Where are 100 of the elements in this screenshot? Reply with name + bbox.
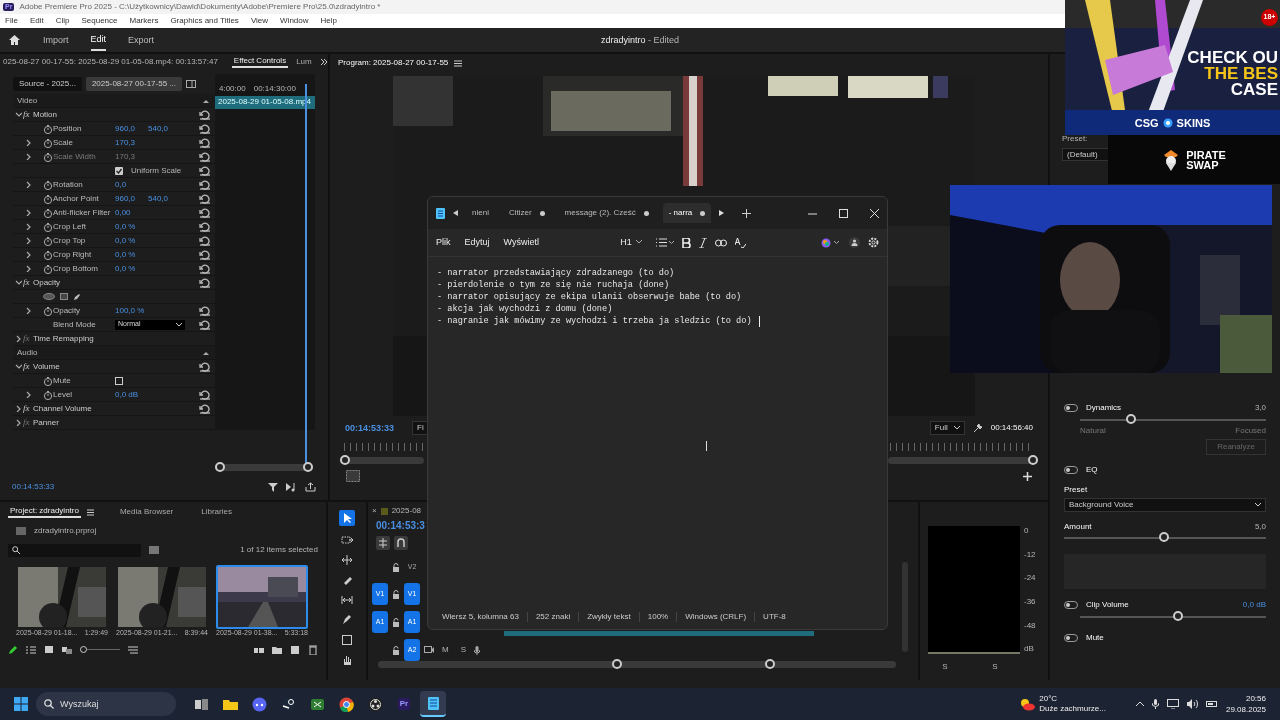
editor-app-button[interactable]: Pr [391, 691, 417, 717]
rectangle-tool-icon[interactable] [341, 634, 353, 646]
stopwatch-icon[interactable] [43, 389, 53, 400]
nest-icon[interactable] [376, 536, 390, 550]
reset-icon[interactable] [199, 165, 211, 176]
stopwatch-icon[interactable] [43, 179, 53, 190]
slider-thumb[interactable] [1172, 610, 1183, 621]
wrench-icon[interactable] [972, 423, 983, 433]
reset-icon[interactable] [199, 249, 211, 260]
stopwatch-icon[interactable] [43, 235, 53, 246]
new-bin-icon[interactable] [149, 546, 159, 555]
lock-icon[interactable] [392, 589, 400, 599]
fx-badge[interactable]: fx [23, 277, 33, 288]
expand-icon[interactable] [24, 139, 32, 146]
safe-margins-icon[interactable] [346, 470, 360, 482]
expand-icon[interactable] [24, 181, 32, 188]
play-audio-icon[interactable] [286, 482, 297, 492]
audio-clip[interactable] [504, 631, 814, 636]
stopwatch-icon[interactable] [43, 151, 53, 162]
collapse-icon[interactable] [14, 111, 22, 118]
menu-item[interactable]: Graphics and Titles [170, 16, 239, 26]
clock-time[interactable]: 20:56 [1245, 693, 1266, 704]
quality-dropdown[interactable]: Full [929, 421, 965, 435]
snap-icon[interactable] [394, 536, 408, 550]
reset-icon[interactable] [199, 109, 211, 120]
slip-icon[interactable] [341, 594, 353, 606]
pen-icon[interactable] [341, 614, 353, 626]
filter-icon[interactable] [268, 482, 278, 492]
fx-badge[interactable]: fx [23, 361, 33, 372]
stopwatch-icon[interactable] [43, 221, 53, 232]
property-value[interactable]: 540,0 [148, 123, 181, 134]
fit-dropdown[interactable]: Fi [412, 421, 429, 435]
tray-chevron-icon[interactable] [1135, 701, 1144, 707]
stopwatch-icon[interactable] [43, 249, 53, 260]
property-value[interactable]: 0,0 % [115, 235, 148, 246]
panel-title[interactable]: Program: 2025-08-27 00-17-55 [338, 58, 449, 68]
property-value[interactable]: 0,0 % [115, 221, 148, 232]
hand-icon[interactable] [341, 654, 353, 666]
menu-item[interactable]: File [5, 16, 18, 26]
weather-icon[interactable] [1019, 697, 1036, 711]
panel-tab[interactable]: Libraries [199, 507, 234, 517]
battery-icon[interactable] [1205, 699, 1218, 709]
checked-checkbox[interactable] [115, 166, 123, 175]
expand-icon[interactable] [24, 209, 32, 216]
fx-badge[interactable]: fx [23, 333, 33, 344]
timeline-zoom-bar[interactable] [215, 464, 313, 471]
new-item-icon[interactable] [290, 645, 300, 655]
reset-icon[interactable] [199, 235, 211, 246]
add-button-icon[interactable] [1023, 471, 1032, 481]
export-icon[interactable] [305, 482, 316, 492]
close-tab[interactable]: × [372, 506, 377, 516]
slider-thumb[interactable] [1159, 532, 1169, 543]
reset-icon[interactable] [199, 221, 211, 232]
fx-badge[interactable]: fx [23, 417, 33, 428]
panel-toggle-icon[interactable] [186, 80, 196, 88]
sequence-tab[interactable]: 2025-08 [391, 506, 422, 516]
reset-icon[interactable] [199, 123, 211, 134]
stopwatch-icon[interactable] [43, 375, 53, 386]
freeform-view-icon[interactable] [62, 645, 72, 655]
search-field[interactable]: Wyszukaj [36, 692, 176, 716]
expand-icon[interactable] [14, 419, 22, 426]
fx-badge[interactable]: fx [23, 403, 33, 414]
timeline-scrollbar[interactable] [378, 661, 896, 668]
reset-icon[interactable] [199, 277, 211, 288]
ellipse-mask-icon[interactable] [43, 293, 55, 300]
timecode[interactable]: 00:14:53:33 [345, 422, 395, 434]
home-icon[interactable] [8, 34, 21, 46]
workspace-tab[interactable]: Export [128, 29, 155, 51]
expand-icon[interactable] [14, 405, 22, 412]
more-panels-icon[interactable] [319, 58, 328, 66]
stopwatch-icon[interactable] [43, 137, 53, 148]
panel-tab[interactable]: Effect Controls [231, 56, 289, 68]
stopwatch-icon[interactable] [43, 193, 53, 204]
preset-dropdown[interactable]: Background Voice [1064, 498, 1266, 512]
property-value[interactable]: 100,0 % [115, 305, 148, 316]
rectangle-mask-icon[interactable] [60, 293, 68, 300]
slider-thumb[interactable] [1126, 413, 1137, 424]
reset-icon[interactable] [199, 193, 211, 204]
reset-icon[interactable] [199, 403, 211, 414]
network-icon[interactable] [1166, 699, 1179, 709]
property-value[interactable]: 540,0 [148, 193, 181, 204]
selection-tool-icon[interactable] [339, 510, 355, 526]
source-tab[interactable]: 2025-08-27 00-17-55 ... [85, 77, 182, 91]
property-value[interactable]: 0,0 % [115, 263, 148, 274]
mic-icon[interactable] [1151, 699, 1159, 709]
property-value[interactable]: 0,0 % [115, 249, 148, 260]
property-value[interactable]: 170,3 [115, 137, 148, 148]
workspace-tab[interactable]: Import [43, 29, 69, 51]
playback-scrubber[interactable] [888, 457, 1038, 464]
sort-icon[interactable] [128, 645, 138, 655]
ripple-edit-icon[interactable] [341, 554, 353, 566]
start-icon[interactable] [14, 697, 28, 711]
track-toggle[interactable]: S [456, 645, 470, 655]
panel-tab[interactable]: Lum [294, 57, 314, 67]
collapse-icon[interactable] [203, 350, 209, 355]
expand-icon[interactable] [24, 265, 32, 272]
list-view-icon[interactable] [26, 645, 36, 655]
track-toggle[interactable]: M [438, 645, 453, 655]
volume-icon[interactable] [1186, 699, 1198, 709]
reset-icon[interactable] [199, 207, 211, 218]
